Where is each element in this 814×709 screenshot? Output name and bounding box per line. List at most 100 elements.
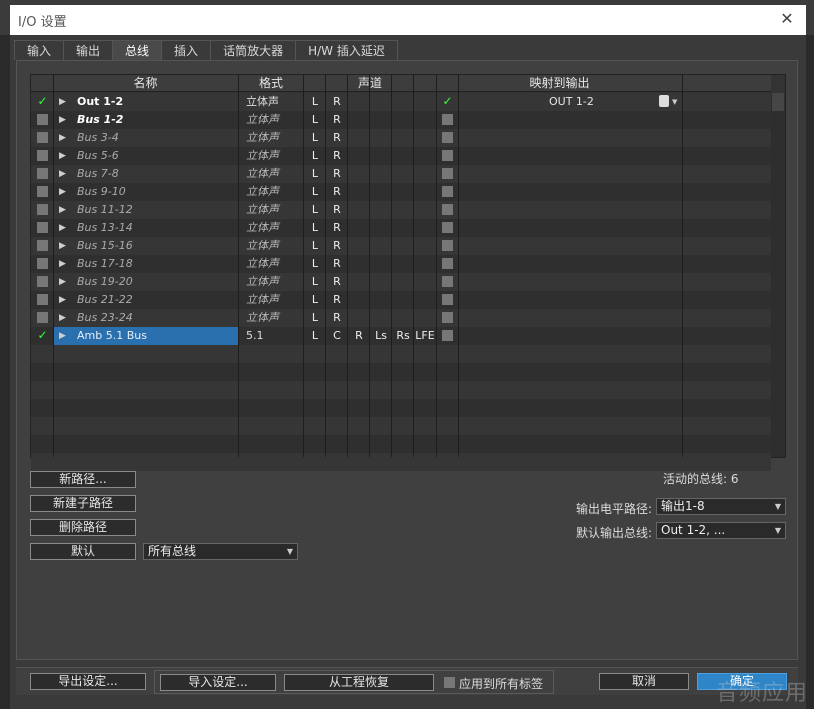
tab-2[interactable]: 总线: [112, 40, 163, 60]
tab-1[interactable]: 输出: [63, 40, 114, 60]
triangle-right-icon[interactable]: ▶: [59, 183, 66, 201]
map-checkbox[interactable]: [442, 258, 453, 269]
tab-4[interactable]: 话筒放大器: [210, 40, 297, 60]
enable-checkbox[interactable]: [37, 258, 48, 269]
table-row[interactable]: ▶ Bus 13-14 立体声 L R: [31, 219, 771, 237]
preset-group: 导入设定... 从工程恢复 应用到所有标签: [154, 670, 554, 694]
channel-label: L: [311, 185, 319, 198]
map-checkbox[interactable]: [442, 114, 453, 125]
map-checkbox[interactable]: [442, 222, 453, 233]
table-row[interactable]: ✓ ▶ Out 1-2 立体声 L R ✓ OUT 1-2 ▼: [31, 93, 771, 111]
window-title: I/O 设置: [18, 14, 67, 30]
triangle-right-icon[interactable]: ▶: [59, 291, 66, 309]
table-row[interactable]: ▶ Bus 5-6 立体声 L R: [31, 147, 771, 165]
triangle-right-icon[interactable]: ▶: [59, 237, 66, 255]
check-icon[interactable]: ✓: [442, 95, 453, 107]
map-checkbox[interactable]: [442, 132, 453, 143]
triangle-right-icon[interactable]: ▶: [59, 129, 66, 147]
triangle-right-icon[interactable]: ▶: [59, 93, 66, 111]
triangle-right-icon[interactable]: ▶: [59, 147, 66, 165]
bus-format: 立体声: [246, 185, 279, 198]
map-checkbox[interactable]: [442, 294, 453, 305]
enable-checkbox[interactable]: [37, 132, 48, 143]
map-checkbox[interactable]: [442, 204, 453, 215]
map-checkbox[interactable]: [442, 186, 453, 197]
enable-checkbox[interactable]: [37, 150, 48, 161]
table-row[interactable]: ▶ Bus 3-4 立体声 L R: [31, 129, 771, 147]
table-row[interactable]: ▶ Bus 7-8 立体声 L R: [31, 165, 771, 183]
bus-format: 立体声: [246, 149, 279, 162]
tab-5[interactable]: H/W 插入延迟: [295, 40, 398, 60]
enable-checkbox[interactable]: [37, 168, 48, 179]
triangle-right-icon[interactable]: ▶: [59, 309, 66, 327]
check-icon[interactable]: ✓: [37, 329, 48, 341]
map-checkbox[interactable]: [442, 150, 453, 161]
meter-path-select[interactable]: 输出1-8 ▼: [656, 498, 786, 515]
table-row[interactable]: ✓ ▶ Amb 5.1 Bus 5.1 L C R Ls Rs LFE: [31, 327, 771, 345]
bus-filter-value: 所有总线: [148, 544, 197, 558]
triangle-right-icon[interactable]: ▶: [59, 111, 66, 129]
table-row[interactable]: ▶ Bus 21-22 立体声 L R: [31, 291, 771, 309]
mapped-output[interactable]: OUT 1-2: [549, 93, 594, 111]
table-row[interactable]: ▶ Bus 17-18 立体声 L R: [31, 255, 771, 273]
map-checkbox[interactable]: [442, 240, 453, 251]
import-settings-button[interactable]: 导入设定...: [160, 674, 276, 691]
bus-name: Bus 9-10: [77, 185, 126, 198]
default-button[interactable]: 默认: [30, 543, 136, 560]
bus-name: Bus 11-12: [77, 203, 133, 216]
speaker-icon[interactable]: [659, 95, 669, 107]
map-checkbox[interactable]: [442, 168, 453, 179]
channel-label: R: [333, 185, 341, 198]
export-settings-button[interactable]: 导出设定...: [30, 673, 146, 690]
new-path-button[interactable]: 新路径...: [30, 471, 136, 488]
cancel-button[interactable]: 取消: [599, 673, 689, 690]
triangle-right-icon[interactable]: ▶: [59, 327, 66, 345]
default-output-select[interactable]: Out 1-2, ... ▼: [656, 522, 786, 539]
enable-checkbox[interactable]: [37, 114, 48, 125]
tab-3[interactable]: 插入: [161, 40, 212, 60]
close-icon[interactable]: ✕: [776, 8, 798, 30]
table-row[interactable]: ▶ Bus 9-10 立体声 L R: [31, 183, 771, 201]
chevron-down-icon: ▼: [774, 526, 781, 535]
enable-checkbox[interactable]: [37, 312, 48, 323]
column-header-name[interactable]: 名称: [53, 75, 238, 92]
table-row[interactable]: ▶ Bus 19-20 立体声 L R: [31, 273, 771, 291]
triangle-right-icon[interactable]: ▶: [59, 201, 66, 219]
channel-label: R: [333, 149, 341, 162]
enable-checkbox[interactable]: [37, 240, 48, 251]
enable-checkbox[interactable]: [37, 186, 48, 197]
triangle-right-icon[interactable]: ▶: [59, 165, 66, 183]
new-subpath-button[interactable]: 新建子路径: [30, 495, 136, 512]
column-header-channels[interactable]: 声道: [304, 75, 436, 92]
table-row[interactable]: ▶ Bus 23-24 立体声 L R: [31, 309, 771, 327]
map-checkbox[interactable]: [442, 312, 453, 323]
table-row[interactable]: ▶ Bus 15-16 立体声 L R: [31, 237, 771, 255]
delete-path-button[interactable]: 删除路径: [30, 519, 136, 536]
triangle-right-icon[interactable]: ▶: [59, 219, 66, 237]
chevron-down-icon[interactable]: ▼: [672, 93, 677, 111]
bus-format: 立体声: [246, 239, 279, 252]
map-checkbox[interactable]: [442, 330, 453, 341]
bus-filter-select[interactable]: 所有总线 ▼: [143, 543, 298, 560]
active-buses-count: 活动的总线: 6: [663, 472, 739, 486]
table-row[interactable]: ▶ Bus 1-2 立体声 L R: [31, 111, 771, 129]
enable-checkbox[interactable]: [37, 294, 48, 305]
enable-checkbox[interactable]: [37, 204, 48, 215]
channel-label: L: [311, 329, 319, 342]
tab-0[interactable]: 输入: [14, 40, 65, 60]
check-icon[interactable]: ✓: [37, 95, 48, 107]
column-header-mapping[interactable]: 映射到输出: [437, 75, 682, 92]
grid-scrollbar[interactable]: [771, 93, 785, 457]
enable-checkbox[interactable]: [37, 222, 48, 233]
apply-all-checkbox[interactable]: [444, 677, 455, 688]
table-row[interactable]: ▶ Bus 11-12 立体声 L R: [31, 201, 771, 219]
scrollbar-thumb[interactable]: [772, 93, 784, 111]
bus-name: Bus 21-22: [77, 293, 133, 306]
map-checkbox[interactable]: [442, 276, 453, 287]
enable-checkbox[interactable]: [37, 276, 48, 287]
channel-label: R: [333, 239, 341, 252]
restore-from-project-button[interactable]: 从工程恢复: [284, 674, 434, 691]
triangle-right-icon[interactable]: ▶: [59, 255, 66, 273]
triangle-right-icon[interactable]: ▶: [59, 273, 66, 291]
column-header-format[interactable]: 格式: [239, 75, 303, 92]
